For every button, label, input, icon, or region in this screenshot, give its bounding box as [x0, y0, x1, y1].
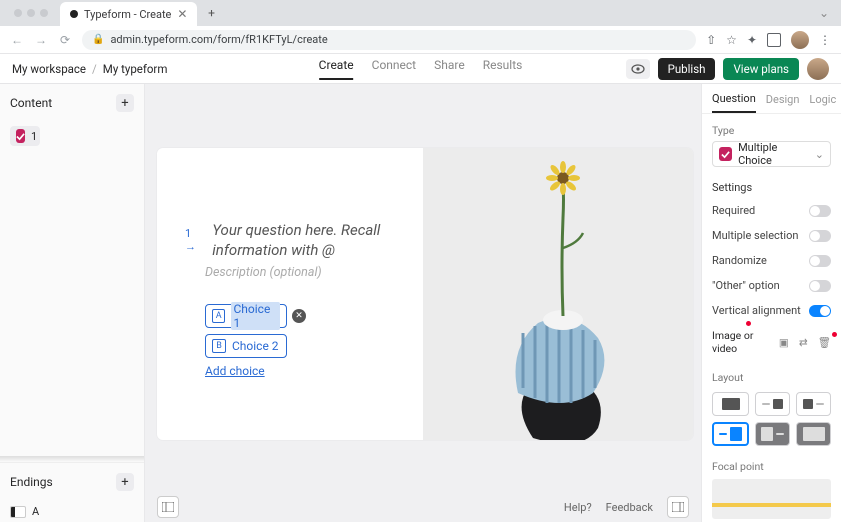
question-image[interactable] — [423, 148, 693, 440]
layout-option-2[interactable] — [755, 392, 790, 416]
delete-choice-icon[interactable]: ✕ — [292, 309, 306, 323]
question-type-select[interactable]: Multiple Choice ⌄ — [712, 141, 831, 167]
chevron-down-icon: ⌄ — [815, 148, 824, 161]
question-title-input[interactable]: Your question here. Recall information w… — [212, 220, 403, 261]
focal-point-preview[interactable] — [712, 479, 831, 519]
sidepanel-icon[interactable] — [767, 33, 781, 47]
browser-profile-avatar[interactable] — [791, 31, 809, 49]
choice-key-badge: A — [212, 309, 225, 323]
choice-option[interactable]: A Choice 1 ✕ — [205, 304, 287, 328]
toggle-multiple-selection[interactable] — [809, 230, 831, 242]
preview-button[interactable] — [626, 59, 650, 79]
layout-option-4[interactable] — [712, 422, 749, 446]
setting-randomize-label: Randomize — [712, 254, 767, 267]
question-list-item[interactable]: 1 — [10, 126, 40, 146]
tab-share[interactable]: Share — [434, 58, 465, 80]
setting-multiple-label: Multiple selection — [712, 229, 798, 242]
toggle-other-option[interactable] — [809, 280, 831, 292]
image-icon[interactable]: ▣ — [779, 336, 789, 349]
choice-label[interactable]: Choice 1 — [231, 302, 280, 330]
type-value: Multiple Choice — [738, 141, 809, 167]
breadcrumb-workspace[interactable]: My workspace — [12, 62, 86, 76]
question-card: 1 → Your question here. Recall informati… — [157, 148, 693, 440]
type-label: Type — [702, 114, 841, 141]
window-controls[interactable] — [6, 9, 56, 17]
setting-vertical-label: Vertical alignment — [712, 304, 801, 317]
setting-other-label: "Other" option — [712, 279, 780, 292]
media-label: Image or video — [712, 329, 779, 355]
panel-icon — [162, 502, 174, 512]
favicon — [70, 10, 78, 18]
address-bar[interactable]: 🔒 admin.typeform.com/form/fR1KFTyL/creat… — [82, 30, 696, 50]
eye-icon — [631, 64, 645, 74]
tab-connect[interactable]: Connect — [372, 58, 416, 80]
url-text: admin.typeform.com/form/fR1KFTyL/create — [110, 33, 327, 46]
lock-icon: 🔒 — [92, 34, 104, 45]
breadcrumb: My workspace / My typeform — [12, 62, 167, 76]
tab-results[interactable]: Results — [483, 58, 523, 80]
view-plans-button[interactable]: View plans — [723, 58, 799, 80]
new-tab-button[interactable]: + — [201, 3, 221, 23]
publish-button[interactable]: Publish — [658, 58, 716, 80]
bookmark-icon[interactable]: ☆ — [726, 33, 737, 47]
share-icon[interactable]: ⇧ — [706, 33, 716, 47]
toggle-sidebar-button[interactable] — [157, 496, 179, 518]
toggle-randomize[interactable] — [809, 255, 831, 267]
ending-list-item[interactable]: A — [0, 501, 144, 522]
browser-tab[interactable]: Typeform - Create ✕ — [60, 2, 197, 26]
endings-heading: Endings — [10, 475, 53, 489]
layout-option-1[interactable] — [712, 392, 749, 416]
question-description-input[interactable]: Description (optional) — [205, 265, 403, 280]
add-ending-button[interactable]: + — [116, 473, 134, 491]
choice-key-badge: B — [212, 339, 226, 353]
focal-point-label: Focal point — [702, 450, 841, 477]
tab-create[interactable]: Create — [319, 58, 354, 80]
panel-tab-logic[interactable]: Logic — [809, 93, 836, 112]
adjust-icon[interactable]: ⇄ — [799, 336, 808, 349]
forward-icon[interactable]: → — [34, 33, 48, 47]
ending-key: A — [32, 505, 39, 518]
toggle-rightpanel-button[interactable] — [667, 496, 689, 518]
tab-title: Typeform - Create — [84, 8, 171, 21]
setting-required-label: Required — [712, 204, 755, 217]
content-heading: Content — [10, 96, 52, 110]
panel-tab-design[interactable]: Design — [766, 93, 800, 112]
breadcrumb-form-name[interactable]: My typeform — [103, 62, 168, 76]
extensions-icon[interactable]: ✦ — [747, 33, 757, 47]
question-number: 1 — [31, 130, 37, 143]
question-index: 1 → — [185, 220, 202, 261]
close-tab-icon[interactable]: ✕ — [177, 7, 187, 21]
reload-icon[interactable]: ⟳ — [58, 33, 72, 47]
back-icon[interactable]: ← — [10, 33, 24, 47]
feedback-link[interactable]: Feedback — [606, 501, 653, 514]
multiple-choice-icon — [719, 147, 732, 161]
choice-label[interactable]: Choice 2 — [232, 339, 279, 353]
layout-option-6[interactable] — [796, 422, 831, 446]
add-content-button[interactable]: + — [116, 94, 134, 112]
panel-tab-question[interactable]: Question — [712, 92, 756, 113]
new-indicator-icon — [746, 321, 751, 326]
toggle-vertical-alignment[interactable] — [809, 305, 831, 317]
multiple-choice-icon — [16, 129, 25, 143]
layout-label: Layout — [702, 361, 841, 388]
delete-media-icon[interactable]: 🗑 — [818, 336, 831, 349]
toggle-required[interactable] — [809, 205, 831, 217]
choice-option[interactable]: B Choice 2 — [205, 334, 287, 358]
help-link[interactable]: Help? — [564, 501, 592, 514]
user-avatar[interactable] — [807, 58, 829, 80]
browser-menu-icon[interactable]: ⋮ — [819, 33, 831, 47]
chrome-collapse-icon[interactable]: ⌄ — [807, 6, 841, 20]
add-choice-link[interactable]: Add choice — [205, 364, 403, 378]
layout-option-3[interactable] — [796, 392, 831, 416]
ending-thumbnail-icon — [10, 506, 26, 518]
settings-heading: Settings — [702, 167, 841, 198]
panel-right-icon — [672, 502, 684, 512]
layout-option-5[interactable] — [755, 422, 790, 446]
